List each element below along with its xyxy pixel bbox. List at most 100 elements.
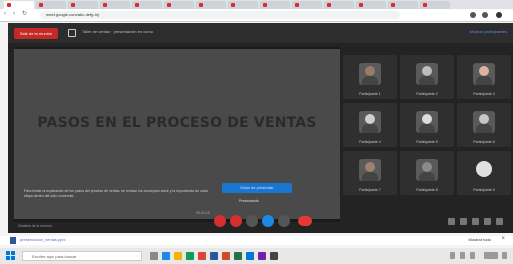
forward-icon[interactable]: ›	[13, 11, 19, 17]
participant-grid: Participante 1 Participante 2 Participan…	[343, 55, 511, 220]
clock[interactable]	[484, 252, 498, 259]
tab-favicon-icon	[103, 3, 107, 7]
browser-tab[interactable]	[68, 1, 98, 9]
back-icon[interactable]: ‹	[4, 11, 10, 17]
close-icon[interactable]: ×	[501, 236, 505, 242]
browser-tab[interactable]	[100, 1, 130, 9]
chrome-icon[interactable]	[198, 252, 206, 260]
info-icon[interactable]	[448, 218, 455, 225]
participant-tile[interactable]: Participante 8	[400, 151, 454, 195]
browser-tab[interactable]	[324, 1, 354, 9]
browser-tab[interactable]	[260, 1, 290, 9]
video-feed	[473, 111, 495, 133]
tab-favicon-icon	[39, 3, 43, 7]
person-body	[362, 124, 378, 133]
app-icon[interactable]	[270, 252, 278, 260]
participant-tile[interactable]: Participante 2	[400, 55, 454, 99]
powerpoint-icon[interactable]	[222, 252, 230, 260]
video-feed	[473, 63, 495, 85]
browser-tab[interactable]	[4, 1, 34, 9]
participant-tile[interactable]: Participante 6	[457, 103, 511, 147]
settings-icon[interactable]	[496, 218, 503, 225]
browser-tab[interactable]	[420, 1, 450, 9]
session-title: Taller de ventas · presentación en curso	[82, 29, 153, 34]
battery-icon[interactable]	[470, 252, 475, 259]
participant-name: Participante 1	[359, 92, 381, 96]
browser-tab[interactable]	[196, 1, 226, 9]
mail-icon[interactable]	[246, 252, 254, 260]
participant-name: Participante 2	[416, 92, 438, 96]
present-screen-icon[interactable]	[262, 215, 274, 227]
person-body	[476, 76, 492, 85]
meeting-details-link[interactable]: Detalles de la reunión	[18, 224, 52, 228]
participant-tile[interactable]: Participante 5	[400, 103, 454, 147]
person-icon	[422, 114, 432, 124]
teams-icon[interactable]	[258, 252, 266, 260]
person-icon	[422, 66, 432, 76]
task-view-icon[interactable]	[150, 252, 158, 260]
browser-tab[interactable]	[228, 1, 258, 9]
store-icon[interactable]	[186, 252, 194, 260]
chat-icon[interactable]	[472, 218, 479, 225]
profile-avatar[interactable]	[496, 12, 502, 18]
camera-off-icon[interactable]	[230, 215, 242, 227]
people-icon[interactable]	[460, 218, 467, 225]
windows-logo-pane	[6, 251, 10, 255]
network-icon[interactable]	[450, 252, 455, 259]
windows-start-icon[interactable]	[6, 251, 16, 261]
video-feed	[359, 111, 381, 133]
show-participants-link[interactable]: Mostrar participantes	[470, 29, 507, 34]
participant-name: Participante 9	[473, 188, 495, 192]
notifications-icon[interactable]	[502, 252, 507, 259]
edge-icon[interactable]	[162, 252, 170, 260]
browser-tab-strip	[0, 0, 513, 9]
browser-tab[interactable]	[292, 1, 322, 9]
taskbar-search-input[interactable]: Escribe aquí para buscar	[22, 251, 142, 261]
participant-tile[interactable]: Participante 1	[343, 55, 397, 99]
browser-tab[interactable]	[36, 1, 66, 9]
more-options-icon[interactable]	[278, 215, 290, 227]
mic-off-icon[interactable]	[214, 215, 226, 227]
participant-tile[interactable]: Participante 4	[343, 103, 397, 147]
participant-name: Participante 8	[416, 188, 438, 192]
slide-caption: Para iniciar la explicación de los pasos…	[24, 189, 208, 198]
reload-icon[interactable]: ↻	[22, 11, 28, 17]
person-icon	[479, 66, 489, 76]
download-bar: presentacion_ventas.pptx Mostrar todo ×	[0, 236, 513, 245]
leave-meeting-button[interactable]: Salir de la reunión	[14, 28, 58, 39]
word-icon[interactable]	[210, 252, 218, 260]
extension-icon[interactable]	[482, 12, 488, 18]
participant-tile[interactable]: Participante 9	[457, 151, 511, 195]
participant-tile[interactable]: Participante 7	[343, 151, 397, 195]
tab-favicon-icon	[135, 3, 139, 7]
browser-tab[interactable]	[356, 1, 386, 9]
participant-tile[interactable]: Participante 3	[457, 55, 511, 99]
browser-tab[interactable]	[164, 1, 194, 9]
hand-raise-icon[interactable]	[246, 215, 258, 227]
extension-icon[interactable]	[470, 12, 476, 18]
person-body	[362, 172, 378, 181]
tab-favicon-icon	[359, 3, 363, 7]
browser-tab[interactable]	[388, 1, 418, 9]
tab-favicon-icon	[295, 3, 299, 7]
download-file-name[interactable]: presentacion_ventas.pptx	[20, 237, 66, 242]
file-explorer-icon[interactable]	[174, 252, 182, 260]
participant-name: Participante 3	[473, 92, 495, 96]
document-icon	[10, 237, 16, 244]
shared-slide: PASOS EN EL PROCESO DE VENTAS Para inici…	[14, 49, 340, 219]
volume-icon[interactable]	[460, 252, 465, 259]
show-all-downloads-link[interactable]: Mostrar todo	[469, 237, 491, 242]
slide-title: PASOS EN EL PROCESO DE VENTAS	[37, 115, 317, 131]
excel-icon[interactable]	[234, 252, 242, 260]
stop-presenting-button[interactable]: Dejar de presentar	[222, 183, 292, 193]
tab-favicon-icon	[167, 3, 171, 7]
activities-icon[interactable]	[484, 218, 491, 225]
tab-favicon-icon	[423, 3, 427, 7]
address-bar[interactable]: meet.google.com/abc-defg-hij	[40, 11, 400, 19]
session-info-icon[interactable]	[68, 29, 76, 37]
end-call-icon[interactable]	[298, 216, 312, 226]
meeting-window: Salir de la reunión Taller de ventas · p…	[8, 23, 513, 233]
user-avatar-icon	[476, 161, 492, 177]
presenting-status: Presentando	[239, 199, 259, 203]
browser-tab[interactable]	[132, 1, 162, 9]
